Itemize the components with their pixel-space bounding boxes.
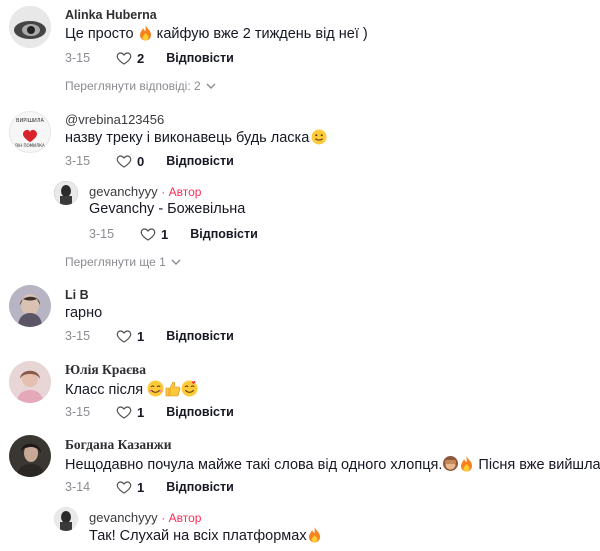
avatar[interactable] xyxy=(9,6,51,48)
comment-username[interactable]: Li B xyxy=(65,288,89,302)
comment-meta: 3-15 0 Відповісти xyxy=(65,153,234,169)
heart-outline-icon[interactable] xyxy=(140,226,156,242)
avatar[interactable] xyxy=(54,507,78,531)
avatar[interactable] xyxy=(9,285,51,327)
comment-date: 3-15 xyxy=(89,227,115,241)
like-count: 1 xyxy=(161,226,169,242)
comment-text: назву треку і виконавець будь ласка xyxy=(65,129,327,149)
like-count: 1 xyxy=(137,479,145,495)
like-count: 0 xyxy=(137,153,145,169)
reply-meta: 3-15 1 Відповісти xyxy=(89,226,258,242)
reply-text-part: Так! Слухай на всіх платформах xyxy=(89,528,307,544)
svg-text:ВИРІШИЛА: ВИРІШИЛА xyxy=(16,118,45,124)
fire-emoji xyxy=(307,527,322,547)
comment-meta: 3-15 1 Відповісти xyxy=(65,328,234,344)
see-no-evil-monkey-emoji xyxy=(442,455,459,476)
view-replies-button[interactable]: Переглянути відповіді: 2 xyxy=(65,79,216,93)
reply-username: gevanchyyy · Автор xyxy=(89,510,201,525)
like-count: 1 xyxy=(137,404,145,420)
comment-text: гарно xyxy=(65,305,103,321)
comment-username[interactable]: @vrebina123456 xyxy=(65,112,164,127)
author-badge: · Автор xyxy=(161,185,202,199)
comment-date: 3-15 xyxy=(65,329,91,343)
view-replies-label: Переглянути відповіді: 2 xyxy=(65,79,201,93)
reply-button[interactable]: Відповісти xyxy=(166,154,234,168)
comment-date: 3-15 xyxy=(65,154,91,168)
smiling-face-emoji xyxy=(311,129,327,149)
comment-text-part: Пісня вже вийшла? xyxy=(474,457,600,473)
fire-emoji xyxy=(138,25,153,45)
svg-text:ВІН ПОМИЛКА: ВІН ПОМИЛКА xyxy=(15,143,45,148)
comment-text-part: кайфую вже 2 тиждень від неї ) xyxy=(152,26,368,42)
reply-username-text[interactable]: gevanchyyy xyxy=(89,184,158,199)
fire-emoji xyxy=(459,456,474,476)
heart-outline-icon[interactable] xyxy=(116,328,132,344)
smiling-face-with-hearts-emoji xyxy=(147,380,164,401)
reply-button[interactable]: Відповісти xyxy=(166,51,234,65)
reply-button[interactable]: Відповісти xyxy=(190,227,258,241)
comment-text: Нещодавно почула майже такі слова від од… xyxy=(65,455,600,476)
comment-username[interactable]: Богдана Казанжи xyxy=(65,437,172,453)
comment-meta: 3-15 1 Відповісти xyxy=(65,404,234,420)
reply-username: gevanchyyy · Автор xyxy=(89,184,201,199)
comment-text: Це просто кайфую вже 2 тиждень від неї ) xyxy=(65,25,368,45)
comment-text-part: Класс після xyxy=(65,382,144,398)
reply-button[interactable]: Відповісти xyxy=(166,480,234,494)
like-count: 2 xyxy=(137,50,145,66)
comment-meta: 3-15 2 Відповісти xyxy=(65,50,234,66)
avatar[interactable] xyxy=(9,435,51,477)
comment-text-part: Це просто xyxy=(65,26,138,42)
comment-username[interactable]: Юлія Краєва xyxy=(65,362,146,378)
reply-username-text[interactable]: gevanchyyy xyxy=(89,510,158,525)
view-more-replies-button[interactable]: Переглянути ще 1 xyxy=(65,255,181,269)
comment-meta: 3-14 1 Відповісти xyxy=(65,479,234,495)
comment-text-part: Нещодавно почула майже такі слова від од… xyxy=(65,457,443,473)
avatar[interactable] xyxy=(9,361,51,403)
avatar[interactable]: ВИРІШИЛА ВІН ПОМИЛКА xyxy=(9,111,51,153)
thumbs-up-emoji xyxy=(164,380,181,401)
chevron-down-icon xyxy=(171,259,181,265)
chevron-down-icon xyxy=(206,83,216,89)
like-count: 1 xyxy=(137,328,145,344)
heart-outline-icon[interactable] xyxy=(116,153,132,169)
heart-outline-icon[interactable] xyxy=(116,479,132,495)
comment-username[interactable]: Alinka Huberna xyxy=(65,8,157,22)
reply-text: Gevanchy - Божевільна xyxy=(89,201,246,217)
comment-text: Класс після xyxy=(65,380,198,401)
smiling-face-with-hearts-emoji xyxy=(181,380,198,401)
comment-date: 3-14 xyxy=(65,480,91,494)
reply-button[interactable]: Відповісти xyxy=(166,405,234,419)
comment-date: 3-15 xyxy=(65,51,91,65)
reply-button[interactable]: Відповісти xyxy=(166,329,234,343)
comment-text-part: назву треку і виконавець будь ласка xyxy=(65,130,310,146)
heart-outline-icon[interactable] xyxy=(116,50,132,66)
author-badge: · Автор xyxy=(161,511,202,525)
view-more-label: Переглянути ще 1 xyxy=(65,255,166,269)
avatar[interactable] xyxy=(54,181,78,205)
heart-outline-icon[interactable] xyxy=(116,404,132,420)
reply-text: Так! Слухай на всіх платформах xyxy=(89,527,322,547)
comment-date: 3-15 xyxy=(65,405,91,419)
